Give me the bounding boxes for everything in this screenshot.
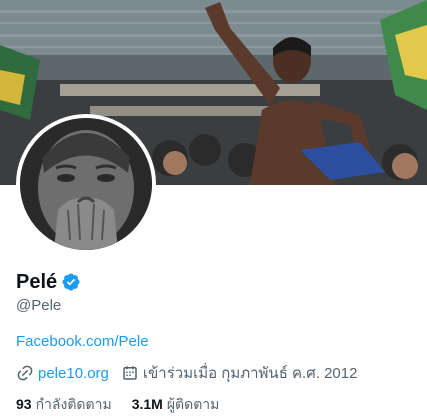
- profile-meta-row: pele10.org เข้าร่วมเมื่อ กุมภาพันธ์ ค.ศ.…: [16, 363, 369, 383]
- calendar-icon: [121, 364, 139, 382]
- avatar-photo: [20, 118, 152, 250]
- link-icon: [16, 364, 34, 382]
- followers-count: 3.1M: [131, 396, 163, 412]
- bio-facebook-link[interactable]: Facebook.com/Pele: [16, 333, 149, 350]
- website-link[interactable]: pele10.org: [38, 365, 109, 382]
- following-count: 93: [16, 396, 32, 412]
- user-handle: @Pele: [16, 297, 62, 314]
- following-label: กำลังติดตาม: [35, 396, 112, 412]
- display-name: Pelé: [16, 270, 58, 293]
- followers-label: ผู้ติดตาม: [166, 396, 220, 412]
- joined-date: เข้าร่วมเมื่อ กุมภาพันธ์ ค.ศ. 2012: [142, 365, 358, 382]
- profile-avatar[interactable]: [16, 114, 156, 254]
- verified-badge-icon[interactable]: [61, 272, 81, 292]
- website-item: pele10.org: [16, 364, 109, 382]
- name-row: Pelé: [16, 270, 81, 294]
- following-stat[interactable]: 93 กำลังติดตาม: [16, 394, 112, 416]
- joined-item: เข้าร่วมเมื่อ กุมภาพันธ์ ค.ศ. 2012: [121, 361, 358, 385]
- follow-stats: 93 กำลังติดตาม 3.1M ผู้ติดตาม: [16, 396, 239, 414]
- followers-stat[interactable]: 3.1M ผู้ติดตาม: [132, 394, 220, 416]
